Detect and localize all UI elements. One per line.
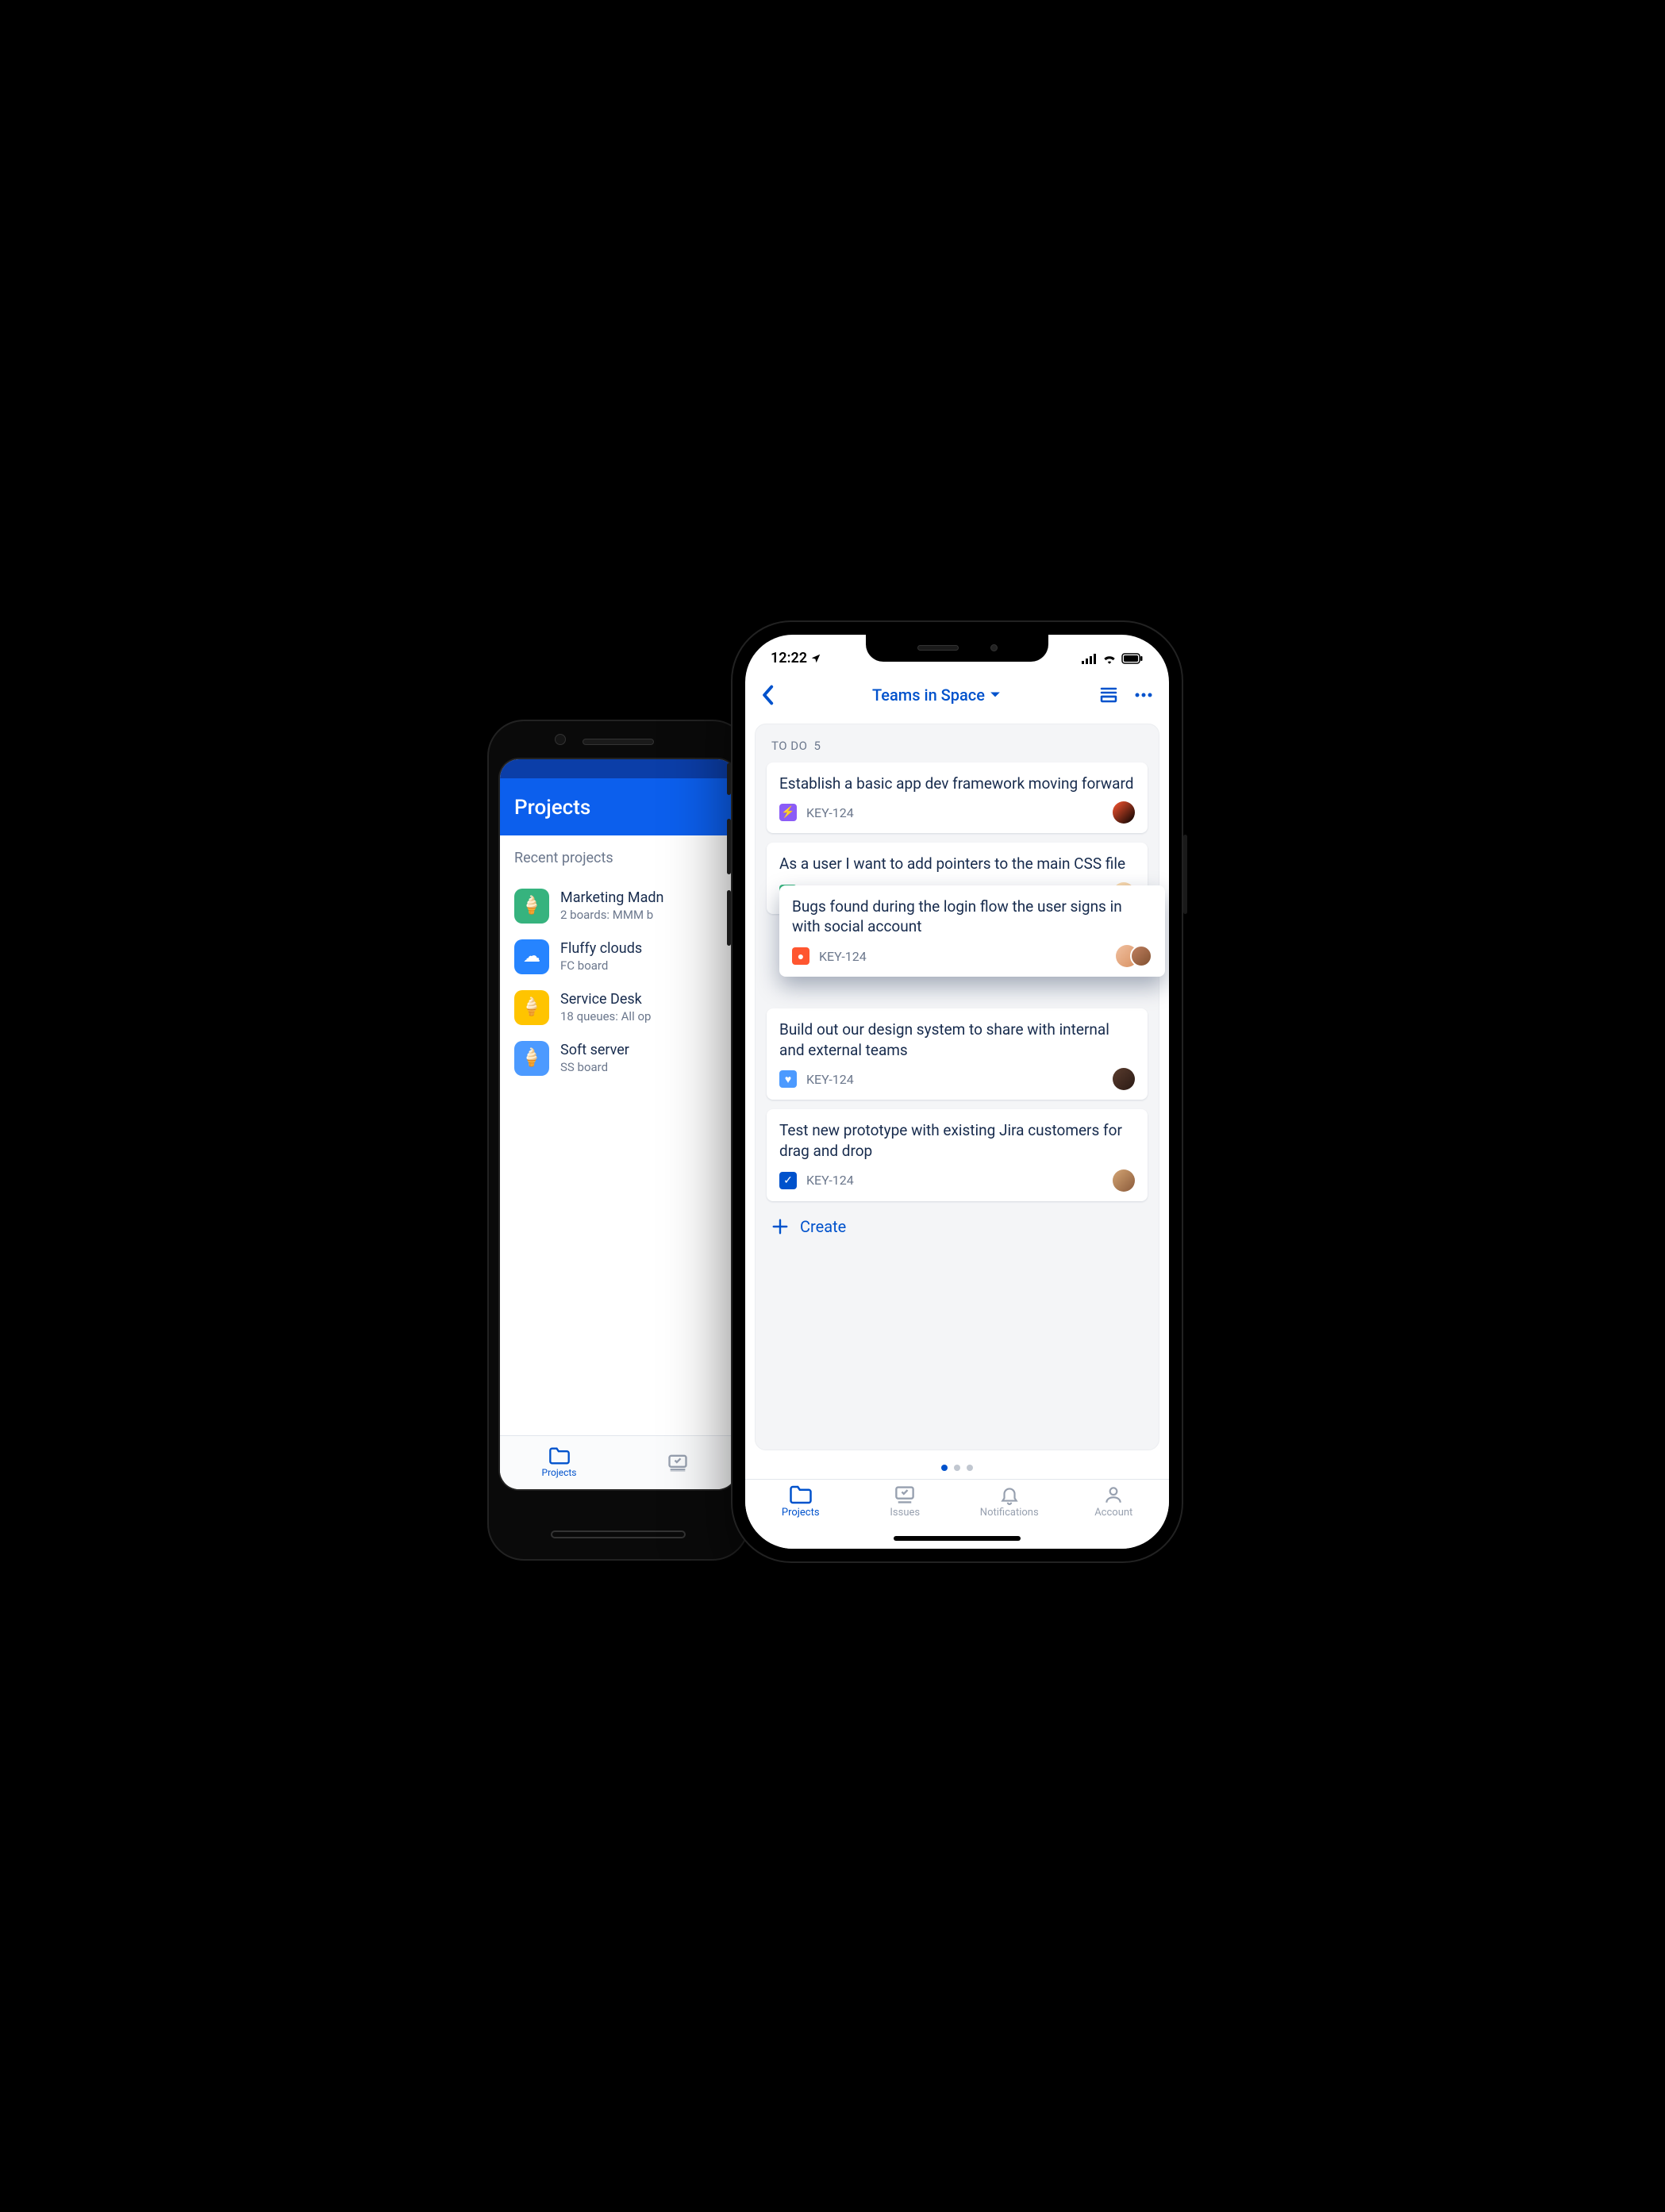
card-title: As a user I want to add pointers to the … (779, 854, 1135, 874)
tab-account[interactable]: Account (1062, 1484, 1167, 1531)
card-title: Build out our design system to share wit… (779, 1020, 1135, 1060)
card-title: Test new prototype with existing Jira cu… (779, 1120, 1135, 1161)
tab-label: Projects (542, 1467, 577, 1478)
column-count: 5 (813, 739, 821, 753)
project-icon: ☁ (514, 939, 549, 974)
status-time: 12:22 (771, 650, 807, 666)
page-indicator[interactable] (745, 1450, 1169, 1479)
project-icon: 🍦 (514, 990, 549, 1025)
board-title: Teams in Space (872, 685, 985, 705)
home-indicator[interactable] (894, 1536, 1021, 1541)
back-button[interactable] (761, 685, 774, 705)
tab-label: Account (1094, 1507, 1132, 1519)
assignee-avatar-group[interactable] (1116, 945, 1152, 967)
project-subtitle: 18 queues: All op (560, 1009, 651, 1023)
card-title: Establish a basic app dev framework movi… (779, 774, 1135, 794)
project-icon: 🍦 (514, 889, 549, 924)
tab-label: Projects (782, 1507, 820, 1519)
iphone-frame: 12:22 (731, 620, 1183, 1563)
iphone-notch (866, 635, 1048, 662)
person-icon (1102, 1484, 1125, 1505)
tab-notifications[interactable]: Notifications (957, 1484, 1062, 1531)
tab-issues[interactable] (618, 1453, 736, 1472)
page-dot-active (941, 1465, 948, 1471)
project-name: Fluffy clouds (560, 940, 642, 957)
folder-icon (548, 1446, 571, 1465)
android-speaker (583, 739, 654, 745)
column-header: TO DO 5 (767, 735, 1148, 762)
recent-projects-label: Recent projects (514, 850, 722, 866)
column-label: TO DO (771, 739, 807, 753)
project-subtitle: SS board (560, 1060, 629, 1074)
android-screen: Projects Recent projects 🍦 Marketing Mad… (500, 759, 736, 1489)
project-row[interactable]: ☁ Fluffy clouds FC board (514, 931, 722, 982)
tab-projects[interactable]: Projects (748, 1484, 853, 1531)
board-column[interactable]: TO DO 5 Establish a basic app dev framew… (755, 724, 1159, 1450)
android-header-title: Projects (514, 796, 590, 820)
tray-icon (667, 1453, 689, 1472)
battery-icon (1121, 653, 1144, 664)
tab-issues[interactable]: Issues (853, 1484, 958, 1531)
issue-card[interactable]: Build out our design system to share wit… (767, 1008, 1148, 1100)
iphone-volume-down (727, 890, 731, 946)
project-row[interactable]: 🍦 Soft server SS board (514, 1033, 722, 1084)
assignee-avatar[interactable] (1113, 1169, 1135, 1192)
tray-icon (893, 1484, 917, 1505)
project-subtitle: FC board (560, 958, 642, 973)
project-name: Service Desk (560, 991, 651, 1008)
plus-icon (771, 1218, 789, 1235)
issue-key: KEY-124 (806, 1173, 854, 1188)
issue-key: KEY-124 (806, 805, 854, 820)
iphone-mute-switch (727, 763, 731, 795)
board-selector[interactable]: Teams in Space (774, 685, 1099, 705)
issue-key: KEY-124 (819, 949, 867, 964)
issue-type-icon: ⚡ (779, 804, 797, 821)
tab-label: Notifications (980, 1507, 1039, 1519)
issue-type-icon: ✓ (779, 1172, 797, 1189)
issue-card[interactable]: Establish a basic app dev framework movi… (767, 762, 1148, 834)
tab-label: Issues (890, 1507, 920, 1519)
android-content: Recent projects 🍦 Marketing Madn 2 board… (500, 835, 736, 1435)
android-statusbar (500, 759, 736, 778)
assignee-avatar[interactable] (1113, 801, 1135, 824)
ios-navbar: Teams in Space (745, 673, 1169, 717)
location-icon (810, 653, 821, 664)
chevron-down-icon (990, 691, 1001, 699)
android-tabbar: Projects (500, 1435, 736, 1489)
wifi-icon (1102, 653, 1117, 664)
tab-projects[interactable]: Projects (500, 1446, 618, 1478)
project-name: Marketing Madn (560, 889, 663, 906)
iphone-screen: 12:22 (745, 635, 1169, 1549)
iphone-volume-up (727, 819, 731, 874)
issue-type-icon: ● (792, 947, 809, 965)
page-dot (954, 1465, 960, 1471)
create-button[interactable]: Create (767, 1211, 1148, 1239)
issue-key: KEY-124 (806, 1072, 854, 1087)
android-home-button[interactable] (551, 1530, 686, 1538)
project-icon: 🍦 (514, 1041, 549, 1076)
page-dot (967, 1465, 973, 1471)
folder-icon (789, 1484, 813, 1505)
android-camera (555, 734, 566, 745)
cellular-icon (1082, 653, 1098, 664)
project-subtitle: 2 boards: MMM b (560, 908, 663, 922)
create-label: Create (800, 1217, 846, 1236)
board-view-button[interactable] (1099, 686, 1118, 704)
issue-card-dragging[interactable]: Bugs found during the login flow the use… (779, 885, 1165, 977)
android-phone-frame: Projects Recent projects 🍦 Marketing Mad… (487, 720, 749, 1561)
assignee-avatar[interactable] (1113, 1068, 1135, 1090)
project-row[interactable]: 🍦 Service Desk 18 queues: All op (514, 982, 722, 1033)
project-row[interactable]: 🍦 Marketing Madn 2 boards: MMM b (514, 881, 722, 931)
project-name: Soft server (560, 1042, 629, 1058)
issue-card[interactable]: Test new prototype with existing Jira cu… (767, 1109, 1148, 1200)
card-title: Bugs found during the login flow the use… (792, 897, 1152, 937)
iphone-power-button (1183, 835, 1187, 914)
more-button[interactable] (1134, 686, 1153, 704)
android-header: Projects (500, 778, 736, 835)
issue-type-icon: ♥ (779, 1070, 797, 1088)
bell-icon (998, 1484, 1021, 1505)
